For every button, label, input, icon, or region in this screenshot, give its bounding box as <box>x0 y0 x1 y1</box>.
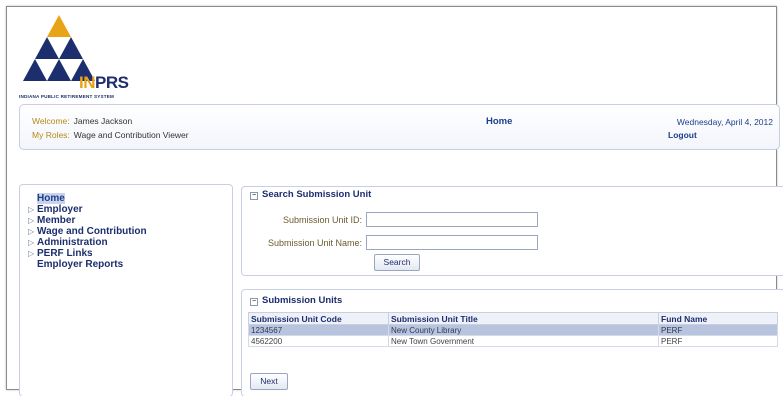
roles-label: My Roles: <box>32 130 70 140</box>
sidebar-item-label: Wage and Contribution <box>37 226 147 237</box>
units-panel-title-text: Submission Units <box>262 295 343 306</box>
collapse-icon[interactable]: − <box>250 298 258 306</box>
submission-units-table: Submission Unit Code Submission Unit Tit… <box>248 312 778 347</box>
sidebar-item-label: Member <box>37 215 76 226</box>
submission-unit-name-input[interactable] <box>366 235 538 250</box>
sidebar-item-label: Employer <box>37 204 83 215</box>
sidebar-item-member[interactable]: ▷ Member <box>20 215 232 226</box>
sidebar-item-perf-links[interactable]: ▷ PERF Links <box>20 248 232 259</box>
header-bar: Welcome: James Jackson My Roles: Wage and … <box>19 104 780 150</box>
welcome-label: Welcome: <box>32 116 70 126</box>
submission-unit-id-input[interactable] <box>366 212 538 227</box>
roles-row: My Roles: Wage and Contribution Viewer <box>32 130 189 140</box>
expand-arrow-icon: ▷ <box>28 238 35 247</box>
table-header-row: Submission Unit Code Submission Unit Tit… <box>248 312 778 325</box>
sidebar-item-label: Administration <box>37 237 108 248</box>
logo-subtitle: INDIANA PUBLIC RETIREMENT SYSTEM <box>19 94 115 99</box>
cell-unit-code: 1234567 <box>248 324 389 336</box>
sidebar-item-label: PERF Links <box>37 248 93 259</box>
sidebar-item-employer[interactable]: ▷ Employer <box>20 204 232 215</box>
welcome-user: James Jackson <box>73 116 133 126</box>
collapse-icon[interactable]: − <box>250 192 258 200</box>
logo-wordmark: INPRS <box>79 73 129 93</box>
sidebar-item-label: Employer Reports <box>37 259 124 270</box>
cell-unit-title: New County Library <box>388 324 659 336</box>
cell-fund-name: PERF <box>658 335 778 347</box>
search-panel-title-text: Search Submission Unit <box>262 189 372 200</box>
table-row[interactable]: 1234567 New County Library PERF <box>248 324 778 336</box>
welcome-row: Welcome: James Jackson <box>32 116 132 126</box>
expand-arrow-icon: ▷ <box>28 249 35 258</box>
sidebar-item-home[interactable]: Home <box>20 193 232 204</box>
app-window: INPRS INDIANA PUBLIC RETIREMENT SYSTEM W… <box>6 6 783 396</box>
sidebar-item-wage-contribution[interactable]: ▷ Wage and Contribution <box>20 226 232 237</box>
expand-arrow-icon: ▷ <box>28 205 35 214</box>
cell-unit-title: New Town Government <box>388 335 659 347</box>
search-button[interactable]: Search <box>374 254 420 271</box>
column-header-title[interactable]: Submission Unit Title <box>388 312 659 325</box>
sidebar-item-label: Home <box>37 193 65 204</box>
search-submission-unit-panel: − Search Submission Unit Submission Unit … <box>241 186 783 276</box>
logo-wordmark-suffix: PRS <box>95 73 129 92</box>
cell-unit-code: 4562200 <box>248 335 389 347</box>
sidebar-item-employer-reports[interactable]: Employer Reports <box>20 259 232 270</box>
submission-unit-id-label: Submission Unit ID: <box>282 215 362 225</box>
expand-arrow-icon: ▷ <box>28 216 35 225</box>
cell-fund-name: PERF <box>658 324 778 336</box>
header-home-link[interactable]: Home <box>486 116 512 127</box>
current-date: Wednesday, April 4, 2012 <box>676 117 773 127</box>
search-panel-title: − Search Submission Unit <box>242 187 783 202</box>
column-header-fund[interactable]: Fund Name <box>658 312 778 325</box>
logout-link[interactable]: Logout <box>668 130 697 140</box>
submission-unit-name-label: Submission Unit Name: <box>267 238 362 248</box>
roles-value: Wage and Contribution Viewer <box>73 130 189 140</box>
units-panel-title: − Submission Units <box>242 293 783 308</box>
expand-arrow-icon: ▷ <box>28 227 35 236</box>
sidebar-nav: Home ▷ Employer ▷ Member ▷ Wage and Contrib… <box>19 184 233 396</box>
table-row[interactable]: 4562200 New Town Government PERF <box>248 335 778 347</box>
sidebar-item-administration[interactable]: ▷ Administration <box>20 237 232 248</box>
inprs-logo: INPRS INDIANA PUBLIC RETIREMENT SYSTEM <box>19 15 159 101</box>
logo-wordmark-prefix: IN <box>79 73 96 92</box>
column-header-code[interactable]: Submission Unit Code <box>248 312 389 325</box>
submission-units-panel: − Submission Units Submission Unit Code S… <box>241 289 783 396</box>
next-button[interactable]: Next <box>250 373 288 390</box>
